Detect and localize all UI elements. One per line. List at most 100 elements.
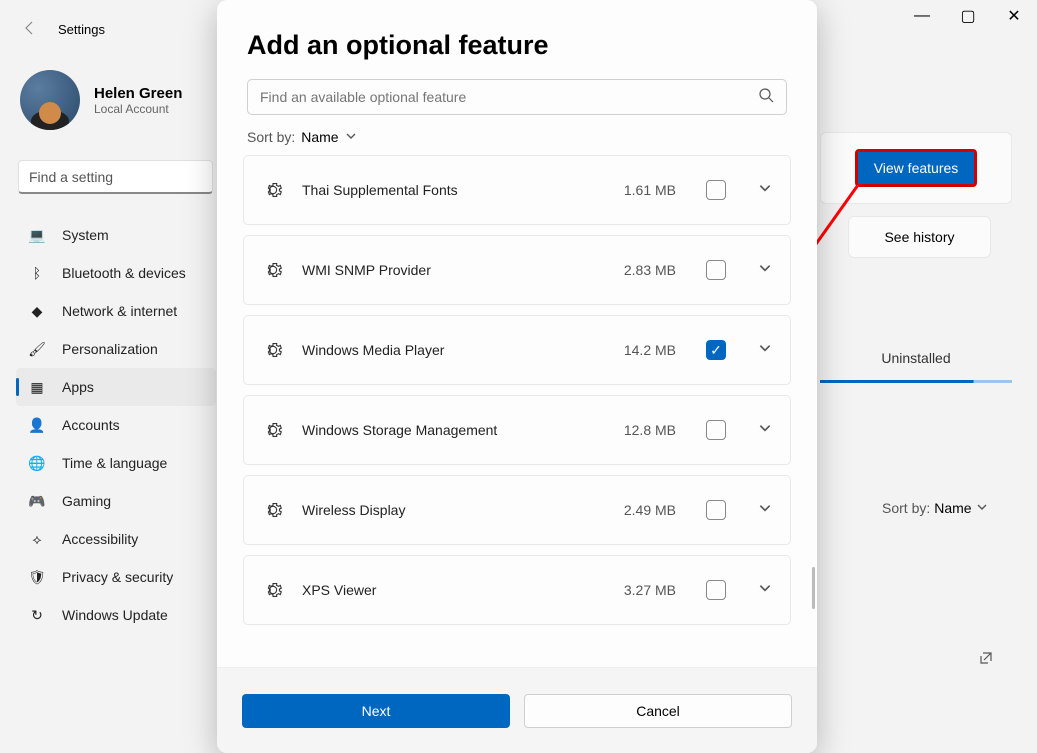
feature-checkbox[interactable] xyxy=(706,260,726,280)
back-button[interactable] xyxy=(22,20,38,41)
uninstalled-tab[interactable]: Uninstalled xyxy=(820,350,1012,383)
feature-checkbox[interactable] xyxy=(706,580,726,600)
avatar xyxy=(20,70,80,130)
feature-row[interactable]: WMI SNMP Provider 2.83 MB xyxy=(243,235,791,305)
sidebar-item-apps[interactable]: ▦ Apps xyxy=(16,368,216,406)
nav-icon: 🛡 xyxy=(28,568,46,586)
feature-list: Thai Supplemental Fonts 1.61 MB WMI SNMP P… xyxy=(217,155,817,667)
gear-icon xyxy=(262,499,284,521)
sidebar-item-personalization[interactable]: 🖌 Personalization xyxy=(16,330,216,368)
sidebar-item-system[interactable]: 💻 System xyxy=(16,216,216,254)
feature-name: Wireless Display xyxy=(302,502,606,518)
user-account-type: Local Account xyxy=(94,102,182,116)
feature-size: 3.27 MB xyxy=(624,582,676,598)
search-icon xyxy=(758,87,774,108)
view-features-card: View features xyxy=(820,132,1012,204)
nav-icon: ⟡ xyxy=(28,530,46,548)
see-history-button[interactable]: See history xyxy=(848,216,991,258)
feature-size: 2.49 MB xyxy=(624,502,676,518)
feature-name: Thai Supplemental Fonts xyxy=(302,182,606,198)
app-title: Settings xyxy=(58,22,105,37)
nav-label: Accounts xyxy=(62,417,120,433)
sidebar-nav: 💻 System ᛒ Bluetooth & devices ◆ Network & in… xyxy=(16,216,216,634)
nav-icon: 💻 xyxy=(28,226,46,244)
minimize-button[interactable]: — xyxy=(899,0,945,32)
nav-icon: 🌐 xyxy=(28,454,46,472)
scrollbar-thumb[interactable] xyxy=(812,567,815,609)
nav-label: Windows Update xyxy=(62,607,168,623)
gear-icon xyxy=(262,579,284,601)
feature-name: WMI SNMP Provider xyxy=(302,262,606,278)
feature-row[interactable]: Windows Storage Management 12.8 MB xyxy=(243,395,791,465)
chevron-down-icon[interactable] xyxy=(758,501,772,520)
nav-label: Bluetooth & devices xyxy=(62,265,186,281)
tab-underline xyxy=(820,380,1012,383)
feature-name: XPS Viewer xyxy=(302,582,606,598)
nav-icon: ▦ xyxy=(28,378,46,396)
nav-icon: 🖌 xyxy=(28,340,46,358)
sidebar-item-privacy-security[interactable]: 🛡 Privacy & security xyxy=(16,558,216,596)
nav-icon: ᛒ xyxy=(28,264,46,282)
view-features-button[interactable]: View features xyxy=(855,149,978,187)
feature-row[interactable]: Wireless Display 2.49 MB xyxy=(243,475,791,545)
feature-row[interactable]: XPS Viewer 3.27 MB xyxy=(243,555,791,625)
sidebar-item-windows-update[interactable]: ↻ Windows Update xyxy=(16,596,216,634)
chevron-down-icon[interactable] xyxy=(758,261,772,280)
nav-label: System xyxy=(62,227,109,243)
feature-checkbox[interactable] xyxy=(706,180,726,200)
feature-size: 2.83 MB xyxy=(624,262,676,278)
nav-label: Personalization xyxy=(62,341,158,357)
nav-label: Apps xyxy=(62,379,94,395)
feature-checkbox[interactable]: ✓ xyxy=(706,340,726,360)
nav-label: Privacy & security xyxy=(62,569,173,585)
feature-row[interactable]: Thai Supplemental Fonts 1.61 MB xyxy=(243,155,791,225)
feature-checkbox[interactable] xyxy=(706,500,726,520)
gear-icon xyxy=(262,179,284,201)
nav-icon: 👤 xyxy=(28,416,46,434)
window-controls: — ▢ ✕ xyxy=(899,0,1037,32)
nav-icon: ◆ xyxy=(28,302,46,320)
sidebar-search-input[interactable]: Find a setting xyxy=(18,160,213,194)
feature-search-input[interactable] xyxy=(247,79,787,115)
feature-checkbox[interactable] xyxy=(706,420,726,440)
nav-label: Time & language xyxy=(62,455,167,471)
feature-size: 14.2 MB xyxy=(624,342,676,358)
nav-icon: ↻ xyxy=(28,606,46,624)
chevron-down-icon xyxy=(345,129,357,145)
chevron-down-icon[interactable] xyxy=(758,581,772,600)
feature-size: 12.8 MB xyxy=(624,422,676,438)
search-placeholder: Find a setting xyxy=(29,169,113,185)
sidebar-item-network-internet[interactable]: ◆ Network & internet xyxy=(16,292,216,330)
sidebar-item-accessibility[interactable]: ⟡ Accessibility xyxy=(16,520,216,558)
gear-icon xyxy=(262,419,284,441)
chevron-down-icon[interactable] xyxy=(758,181,772,200)
user-name: Helen Green xyxy=(94,85,182,102)
nav-label: Network & internet xyxy=(62,303,177,319)
background-sort[interactable]: Sort by: Name xyxy=(882,500,988,516)
external-link-icon[interactable] xyxy=(978,650,994,666)
close-button[interactable]: ✕ xyxy=(991,0,1037,32)
chevron-down-icon[interactable] xyxy=(758,421,772,440)
add-feature-dialog: Add an optional feature Sort by: Name Th… xyxy=(217,0,817,753)
dialog-footer: Next Cancel xyxy=(217,667,817,753)
next-button[interactable]: Next xyxy=(242,694,510,728)
nav-label: Gaming xyxy=(62,493,111,509)
nav-icon: 🎮 xyxy=(28,492,46,510)
chevron-down-icon xyxy=(976,500,988,516)
sidebar-item-gaming[interactable]: 🎮 Gaming xyxy=(16,482,216,520)
sort-control[interactable]: Sort by: Name xyxy=(247,129,787,145)
feature-search-text[interactable] xyxy=(260,89,758,105)
sidebar-item-time-language[interactable]: 🌐 Time & language xyxy=(16,444,216,482)
chevron-down-icon[interactable] xyxy=(758,341,772,360)
sidebar-item-accounts[interactable]: 👤 Accounts xyxy=(16,406,216,444)
maximize-button[interactable]: ▢ xyxy=(945,0,991,32)
feature-size: 1.61 MB xyxy=(624,182,676,198)
feature-name: Windows Media Player xyxy=(302,342,606,358)
feature-row[interactable]: Windows Media Player 14.2 MB ✓ xyxy=(243,315,791,385)
user-block: Helen Green Local Account xyxy=(20,70,182,130)
sidebar-item-bluetooth-devices[interactable]: ᛒ Bluetooth & devices xyxy=(16,254,216,292)
dialog-title: Add an optional feature xyxy=(247,30,787,61)
nav-label: Accessibility xyxy=(62,531,138,547)
feature-name: Windows Storage Management xyxy=(302,422,606,438)
cancel-button[interactable]: Cancel xyxy=(524,694,792,728)
